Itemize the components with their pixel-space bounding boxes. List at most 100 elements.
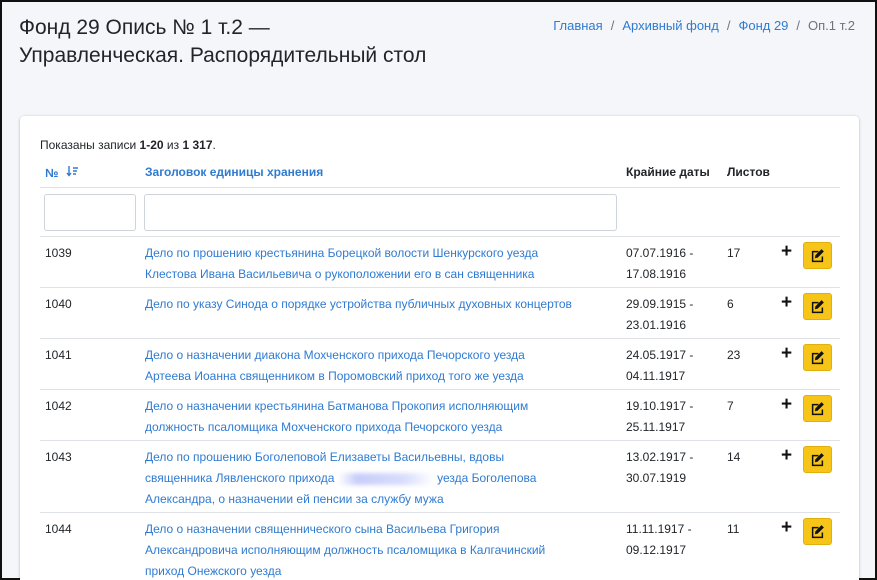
row-title-line: Дело о назначении священнического сына В…: [145, 522, 500, 536]
records-card: Показаны записи 1-20 из 1 317. № Заголов…: [20, 116, 859, 580]
summary-range: 1-20: [139, 138, 164, 152]
row-title-line: Дело по прошению крестьянина Борецкой во…: [145, 246, 539, 260]
summary-total: 1 317: [182, 138, 213, 152]
column-number-header[interactable]: №: [45, 165, 78, 180]
column-dates-header: Крайние даты: [626, 165, 710, 179]
page-title: Фонд 29 Опись № 1 т.2 — Управленческая. …: [19, 16, 427, 67]
row-title-line: Дело по указу Синода о порядке устройств…: [145, 297, 572, 311]
records-summary: Показаны записи 1-20 из 1 317.: [40, 138, 216, 152]
breadcrumb-fond-link[interactable]: Фонд 29: [738, 18, 788, 33]
row-date-from: 13.02.1917 -: [626, 450, 694, 464]
table-row: 1041 Дело о назначении диакона Мохченско…: [40, 339, 840, 390]
row-dates: 07.07.1916 - 17.08.1916: [626, 243, 722, 285]
row-title-link[interactable]: Дело о назначении священнического сына В…: [145, 522, 545, 578]
table-row: 1039 Дело по прошению крестьянина Борецк…: [40, 237, 840, 288]
table-row: 1043 Дело по прошению Боголеповой Елизав…: [40, 441, 840, 513]
edit-button[interactable]: [803, 446, 832, 473]
row-date-to: 09.12.1917: [626, 543, 687, 557]
row-sheets: 14: [727, 450, 741, 464]
row-date-from: 07.07.1916 -: [626, 246, 694, 260]
plus-icon[interactable]: +: [781, 293, 792, 312]
breadcrumb-current: Оп.1 т.2: [808, 18, 855, 33]
edit-icon: [811, 525, 824, 539]
row-title-line: Александровича исполняющим должность пса…: [145, 543, 546, 557]
edit-icon: [811, 453, 824, 467]
row-date-to: 04.11.1917: [626, 369, 686, 383]
row-title-link[interactable]: Дело по прошению Боголеповой Елизаветы В…: [145, 450, 536, 506]
row-title-line: приход Онежского уезда: [145, 564, 282, 578]
row-dates: 24.05.1917 - 04.11.1917: [626, 345, 722, 387]
row-title-link[interactable]: Дело о назначении диакона Мохченского пр…: [145, 348, 525, 383]
row-title-line: Артеева Иоанна священником в Поромовский…: [145, 369, 524, 383]
row-title: Дело по прошению крестьянина Борецкой во…: [145, 243, 623, 285]
sort-title-link[interactable]: Заголовок единицы хранения: [145, 165, 323, 179]
row-dates: 13.02.1917 - 30.07.1919: [626, 447, 722, 489]
edit-icon: [811, 402, 824, 416]
breadcrumb-separator: /: [796, 18, 801, 33]
edit-button[interactable]: [803, 395, 832, 422]
row-id: 1043: [45, 450, 72, 464]
row-title-line: должность псаломщика Мохченского прихода…: [145, 420, 503, 434]
row-date-to: 23.01.1916: [626, 318, 687, 332]
row-sheets: 6: [727, 297, 734, 311]
row-dates: 11.11.1917 - 09.12.1917: [626, 519, 722, 561]
column-title-header[interactable]: Заголовок единицы хранения: [145, 165, 323, 179]
summary-prefix: Показаны записи: [40, 138, 137, 152]
row-date-from: 11.11.1917 -: [626, 522, 692, 536]
row-title-line: Клестова Ивана Васильевича о рукоположен…: [145, 267, 535, 281]
filter-row: [40, 188, 840, 237]
row-title: Дело о назначении крестьянина Батманова …: [145, 396, 623, 438]
plus-icon[interactable]: +: [781, 446, 792, 465]
column-sheets-header: Листов: [727, 165, 770, 179]
edit-icon: [811, 249, 824, 263]
plus-icon[interactable]: +: [781, 518, 792, 537]
edit-button[interactable]: [803, 242, 832, 269]
row-dates: 29.09.1915 - 23.01.1916: [626, 294, 722, 336]
breadcrumb-home-link[interactable]: Главная: [553, 18, 602, 33]
filter-number-input[interactable]: [44, 194, 136, 231]
row-date-to: 30.07.1919: [626, 471, 687, 485]
row-id: 1040: [45, 297, 72, 311]
row-title-line: Александра, о назначении ей пенсии за сл…: [145, 492, 444, 506]
breadcrumb-separator: /: [610, 18, 615, 33]
row-title: Дело о назначении диакона Мохченского пр…: [145, 345, 623, 387]
redacted-text: [337, 472, 434, 485]
sort-amount-down-icon[interactable]: [66, 165, 78, 180]
table-row: 1044 Дело о назначении священнического с…: [40, 513, 840, 580]
row-sheets: 11: [727, 522, 740, 536]
breadcrumb-archive-link[interactable]: Архивный фонд: [622, 18, 719, 33]
edit-button[interactable]: [803, 344, 832, 371]
breadcrumb-separator: /: [726, 18, 731, 33]
sort-number-link[interactable]: №: [45, 166, 58, 180]
row-title: Дело о назначении священнического сына В…: [145, 519, 623, 580]
row-title-link[interactable]: Дело о назначении крестьянина Батманова …: [145, 399, 528, 434]
row-title: Дело по прошению Боголеповой Елизаветы В…: [145, 447, 623, 510]
breadcrumb: Главная / Архивный фонд / Фонд 29 / Оп.1…: [553, 18, 855, 33]
row-id: 1039: [45, 246, 72, 260]
row-sheets: 7: [727, 399, 734, 413]
row-title-line: уезда Боголепова: [437, 471, 537, 485]
row-date-from: 24.05.1917 -: [626, 348, 694, 362]
plus-icon[interactable]: +: [781, 395, 792, 414]
row-title-line: Дело о назначении диакона Мохченского пр…: [145, 348, 525, 362]
row-title-link[interactable]: Дело по прошению крестьянина Борецкой во…: [145, 246, 538, 281]
summary-suffix: .: [212, 138, 216, 152]
row-title-link[interactable]: Дело по указу Синода о порядке устройств…: [145, 297, 572, 311]
row-sheets: 23: [727, 348, 741, 362]
plus-icon[interactable]: +: [781, 344, 792, 363]
edit-button[interactable]: [803, 518, 832, 545]
row-date-to: 17.08.1916: [626, 267, 687, 281]
row-date-from: 29.09.1915 -: [626, 297, 694, 311]
row-title: Дело по указу Синода о порядке устройств…: [145, 294, 623, 315]
row-sheets: 17: [727, 246, 741, 260]
row-id: 1044: [45, 522, 72, 536]
plus-icon[interactable]: +: [781, 242, 792, 261]
row-title-line: Дело по прошению Боголеповой Елизаветы В…: [145, 450, 505, 464]
summary-of: из: [166, 138, 180, 152]
row-title-line: Дело о назначении крестьянина Батманова …: [145, 399, 529, 413]
row-date-from: 19.10.1917 -: [626, 399, 694, 413]
filter-title-input[interactable]: [144, 194, 617, 231]
table-row: 1040 Дело по указу Синода о порядке устр…: [40, 288, 840, 339]
edit-button[interactable]: [803, 293, 832, 320]
records-table: № Заголовок единицы хранения Крайние дат…: [40, 156, 840, 580]
